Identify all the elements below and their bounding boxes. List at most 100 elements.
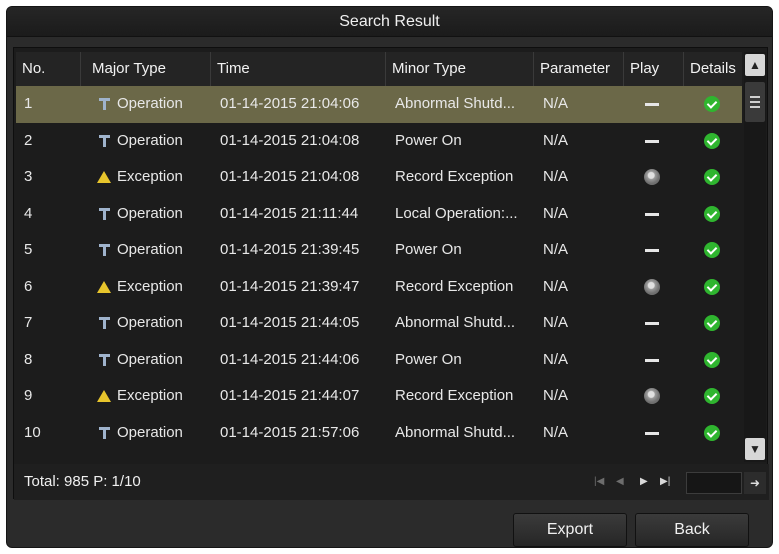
cell-time: 01-14-2015 21:57:06	[220, 423, 360, 441]
major-type-label: Operation	[117, 350, 183, 368]
cell-time: 01-14-2015 21:11:44	[220, 204, 359, 222]
cell-details	[684, 269, 742, 306]
details-check-icon[interactable]	[704, 132, 720, 149]
operation-icon	[97, 243, 111, 257]
play-icon[interactable]	[644, 169, 660, 185]
details-check-icon[interactable]	[704, 169, 720, 185]
next-page-icon[interactable]: ▶	[640, 476, 648, 488]
cell-play	[624, 269, 684, 306]
details-check-icon[interactable]	[704, 424, 720, 441]
cell-no: 6	[24, 277, 33, 295]
cell-parameter: N/A	[543, 423, 569, 441]
table-row[interactable]: 6 Exception 01-14-2015 21:39:47 Record Exce…	[16, 269, 742, 306]
cell-major-type: Exception	[81, 378, 211, 415]
cell-parameter: N/A	[543, 387, 569, 404]
cell-major-type: Exception	[81, 269, 211, 306]
header-time[interactable]: Time	[211, 52, 386, 86]
header-minor-type[interactable]: Minor Type	[386, 52, 534, 86]
scroll-down-icon[interactable]: ▼	[745, 438, 765, 460]
page-number-input[interactable]	[686, 472, 742, 494]
cell-minor-type: Record Exception	[395, 277, 514, 295]
export-button[interactable]: Export	[513, 513, 627, 547]
cell-details	[684, 232, 742, 269]
cell-minor-type: Abnormal Shutd...	[395, 314, 516, 331]
warning-icon	[97, 170, 111, 184]
major-type-label: Operation	[117, 95, 183, 112]
cell-no: 9	[24, 387, 33, 404]
details-check-icon[interactable]	[704, 388, 720, 404]
cell-major-type: Operation	[81, 232, 211, 269]
major-type-label: Exception	[117, 387, 183, 404]
header-no[interactable]: No.	[16, 52, 81, 86]
table-row[interactable]: 5 Operation 01-14-2015 21:39:45 Power On N/A	[16, 232, 742, 269]
cell-major-type: Operation	[81, 305, 211, 342]
cell-details	[684, 378, 742, 415]
cell-time: 01-14-2015 21:44:06	[220, 350, 360, 368]
cell-major-type: Operation	[81, 196, 211, 233]
cell-parameter: N/A	[543, 168, 569, 185]
operation-icon	[97, 353, 111, 367]
cell-time: 01-14-2015 21:44:07	[220, 387, 360, 404]
cell-major-type: Operation	[81, 415, 211, 452]
cell-play	[624, 123, 684, 160]
cell-parameter: N/A	[543, 350, 569, 368]
cell-play	[624, 232, 684, 269]
cell-minor-type: Abnormal Shutd...	[395, 423, 516, 441]
operation-icon	[97, 97, 111, 111]
header-major-type[interactable]: Major Type	[81, 52, 211, 86]
no-playback-icon	[645, 431, 659, 435]
header-play[interactable]: Play	[624, 52, 684, 86]
cell-play	[624, 86, 684, 123]
go-page-icon[interactable]: ➜	[744, 472, 766, 494]
play-icon[interactable]	[644, 278, 660, 295]
scroll-up-icon[interactable]: ▲	[745, 54, 765, 76]
table-scrollbar[interactable]: ▲ ▼	[744, 52, 766, 462]
table-row[interactable]: 3 Exception 01-14-2015 21:04:08 Record Exce…	[16, 159, 742, 196]
first-page-icon[interactable]: |◀	[594, 476, 604, 488]
details-check-icon[interactable]	[704, 351, 720, 368]
operation-icon	[97, 134, 111, 148]
table-row[interactable]: 7 Operation 01-14-2015 21:44:05 Abnormal Sh…	[16, 305, 742, 342]
dialog-title: Search Result	[7, 7, 772, 37]
cell-play	[624, 342, 684, 379]
cell-parameter: N/A	[543, 95, 569, 112]
cell-minor-type: Record Exception	[395, 387, 514, 404]
details-check-icon[interactable]	[704, 315, 720, 331]
no-playback-icon	[645, 249, 659, 252]
header-parameter[interactable]: Parameter	[534, 52, 624, 86]
warning-icon	[97, 280, 111, 294]
details-check-icon[interactable]	[704, 96, 720, 112]
cell-details	[684, 86, 742, 123]
table-row[interactable]: 10 Operation 01-14-2015 21:57:06 Abnormal S…	[16, 415, 742, 452]
cell-time: 01-14-2015 21:04:08	[220, 131, 360, 149]
cell-major-type: Operation	[81, 342, 211, 379]
no-playback-icon	[645, 103, 659, 106]
details-check-icon[interactable]	[704, 278, 720, 295]
cell-no: 2	[24, 131, 33, 149]
table-header: No. Major Type Time Minor Type Parameter…	[16, 52, 742, 86]
table-row[interactable]: 8 Operation 01-14-2015 21:44:06 Power On N/A	[16, 342, 742, 379]
header-details[interactable]: Details	[684, 52, 742, 86]
cell-minor-type: Power On	[395, 350, 462, 368]
table-row[interactable]: 9 Exception 01-14-2015 21:44:07 Record Exce…	[16, 378, 742, 415]
prev-page-icon[interactable]: ◀	[616, 476, 624, 488]
details-check-icon[interactable]	[704, 205, 720, 222]
last-page-icon[interactable]: ▶|	[660, 476, 670, 488]
major-type-label: Operation	[117, 423, 183, 441]
cell-minor-type: Local Operation:...	[395, 204, 518, 222]
back-button[interactable]: Back	[635, 513, 749, 547]
cell-time: 01-14-2015 21:39:47	[220, 277, 360, 295]
table-row[interactable]: 1 Operation 01-14-2015 21:04:06 Abnormal Sh…	[16, 86, 742, 123]
cell-time: 01-14-2015 21:44:05	[220, 314, 360, 331]
operation-icon	[97, 207, 111, 221]
play-icon[interactable]	[644, 388, 660, 404]
cell-details	[684, 123, 742, 160]
cell-play	[624, 378, 684, 415]
details-check-icon[interactable]	[704, 242, 720, 258]
pagination-bar: Total: 985 P: 1/10 |◀ ◀ ▶ ▶| ➜	[14, 464, 769, 500]
table-row[interactable]: 2 Operation 01-14-2015 21:04:08 Power On N/A	[16, 123, 742, 160]
table-row[interactable]: 4 Operation 01-14-2015 21:11:44 Local Opera…	[16, 196, 742, 233]
cell-time: 01-14-2015 21:04:08	[220, 168, 360, 185]
scroll-thumb[interactable]	[745, 82, 765, 122]
cell-details	[684, 159, 742, 196]
